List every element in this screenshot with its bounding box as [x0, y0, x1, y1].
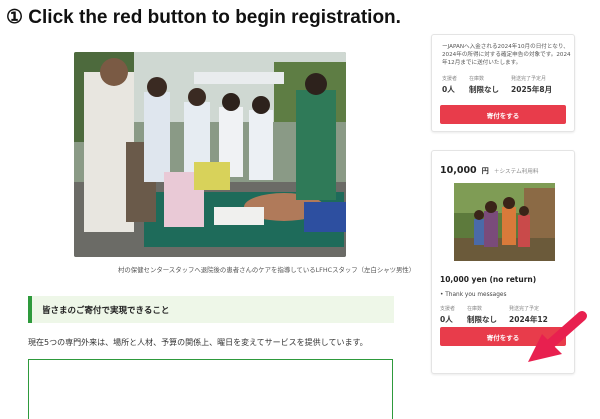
- content-box: [28, 359, 393, 419]
- stat-supporters: 支援者 0人: [442, 76, 458, 94]
- stat-supporters: 支援者 0人: [440, 306, 456, 324]
- stat-delivery: 発送完了予定月 2025年8月: [511, 76, 553, 94]
- page-screenshot: 村の保健センタースタッフへ退院後の患者さんのケアを指導しているLFHCスタッフ（…: [8, 34, 596, 419]
- step-title: ① Click the red button to begin registra…: [6, 7, 401, 28]
- tax-note: ーJAPANへ入金される2024年10月の日付となり、2024年の所得に対する確…: [442, 44, 571, 66]
- section-heading-box: 皆さまのご寄付で実現できること: [28, 296, 394, 323]
- reward-stats: 支援者 0人 在庫数 制限なし 発送完了予定月 2025年8月: [442, 75, 572, 95]
- section-heading: 皆さまのご寄付で実現できること: [42, 306, 170, 316]
- photo-caption: 村の保健センタースタッフへ退院後の患者さんのケアを指導しているLFHCスタッフ（…: [118, 266, 416, 274]
- price-fee: ＋システム利用料: [493, 169, 539, 175]
- reward-description: • Thank you messages: [440, 292, 507, 298]
- stat-stock: 在庫数 制限なし: [469, 76, 500, 94]
- reward-price: 10,000 円 ＋システム利用料: [440, 158, 538, 177]
- pointer-arrow-icon: [518, 310, 588, 374]
- donate-button[interactable]: 寄付をする: [440, 105, 566, 124]
- clinic-photo: [74, 52, 346, 257]
- price-amount: 10,000: [440, 165, 477, 176]
- main-content: 村の保健センタースタッフへ退院後の患者さんのケアを指導しているLFHCスタッフ（…: [8, 38, 415, 419]
- stat-stock: 在庫数 制限なし: [467, 306, 498, 324]
- section-paragraph: 現在5つの専門外来は、場所と人材、予算の関係上、曜日を変えてサービスを提供してい…: [28, 338, 368, 347]
- reward-card-previous: ーJAPANへ入金される2024年10月の日付となり、2024年の所得に対する確…: [431, 34, 575, 132]
- reward-photo: [454, 183, 555, 261]
- reward-title: 10,000 yen (no return): [440, 275, 537, 284]
- price-unit: 円: [481, 167, 489, 175]
